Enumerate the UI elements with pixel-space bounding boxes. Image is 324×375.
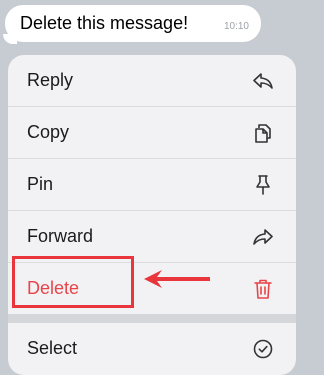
copy-icon (251, 121, 275, 145)
highlight-box (12, 256, 134, 308)
message-text: Delete this message! (20, 13, 189, 33)
context-menu: Reply Copy Pin Forward Delete Select (8, 55, 296, 375)
menu-item-forward[interactable]: Forward (8, 211, 296, 262)
menu-item-label: Select (27, 338, 78, 358)
menu-item-pin[interactable]: Pin (8, 159, 296, 210)
trash-icon (251, 277, 275, 301)
menu-item-label: Pin (27, 174, 54, 194)
message-bubble-tail (3, 34, 17, 44)
menu-item-reply[interactable]: Reply (8, 55, 296, 106)
menu-item-select[interactable]: Select (8, 323, 296, 374)
forward-icon (251, 225, 275, 249)
reply-icon (251, 69, 275, 93)
menu-item-label: Forward (27, 226, 94, 246)
arrow-left-icon (144, 270, 210, 288)
menu-item-label: Copy (27, 122, 70, 142)
pin-icon (251, 173, 275, 197)
menu-group-gap (8, 314, 296, 323)
check-circle-icon (251, 337, 275, 361)
message-timestamp: 10:10 (223, 21, 249, 32)
menu-item-copy[interactable]: Copy (8, 107, 296, 158)
message-bubble[interactable]: Delete this message! 10:10 (5, 5, 261, 42)
menu-item-label: Reply (27, 70, 74, 90)
